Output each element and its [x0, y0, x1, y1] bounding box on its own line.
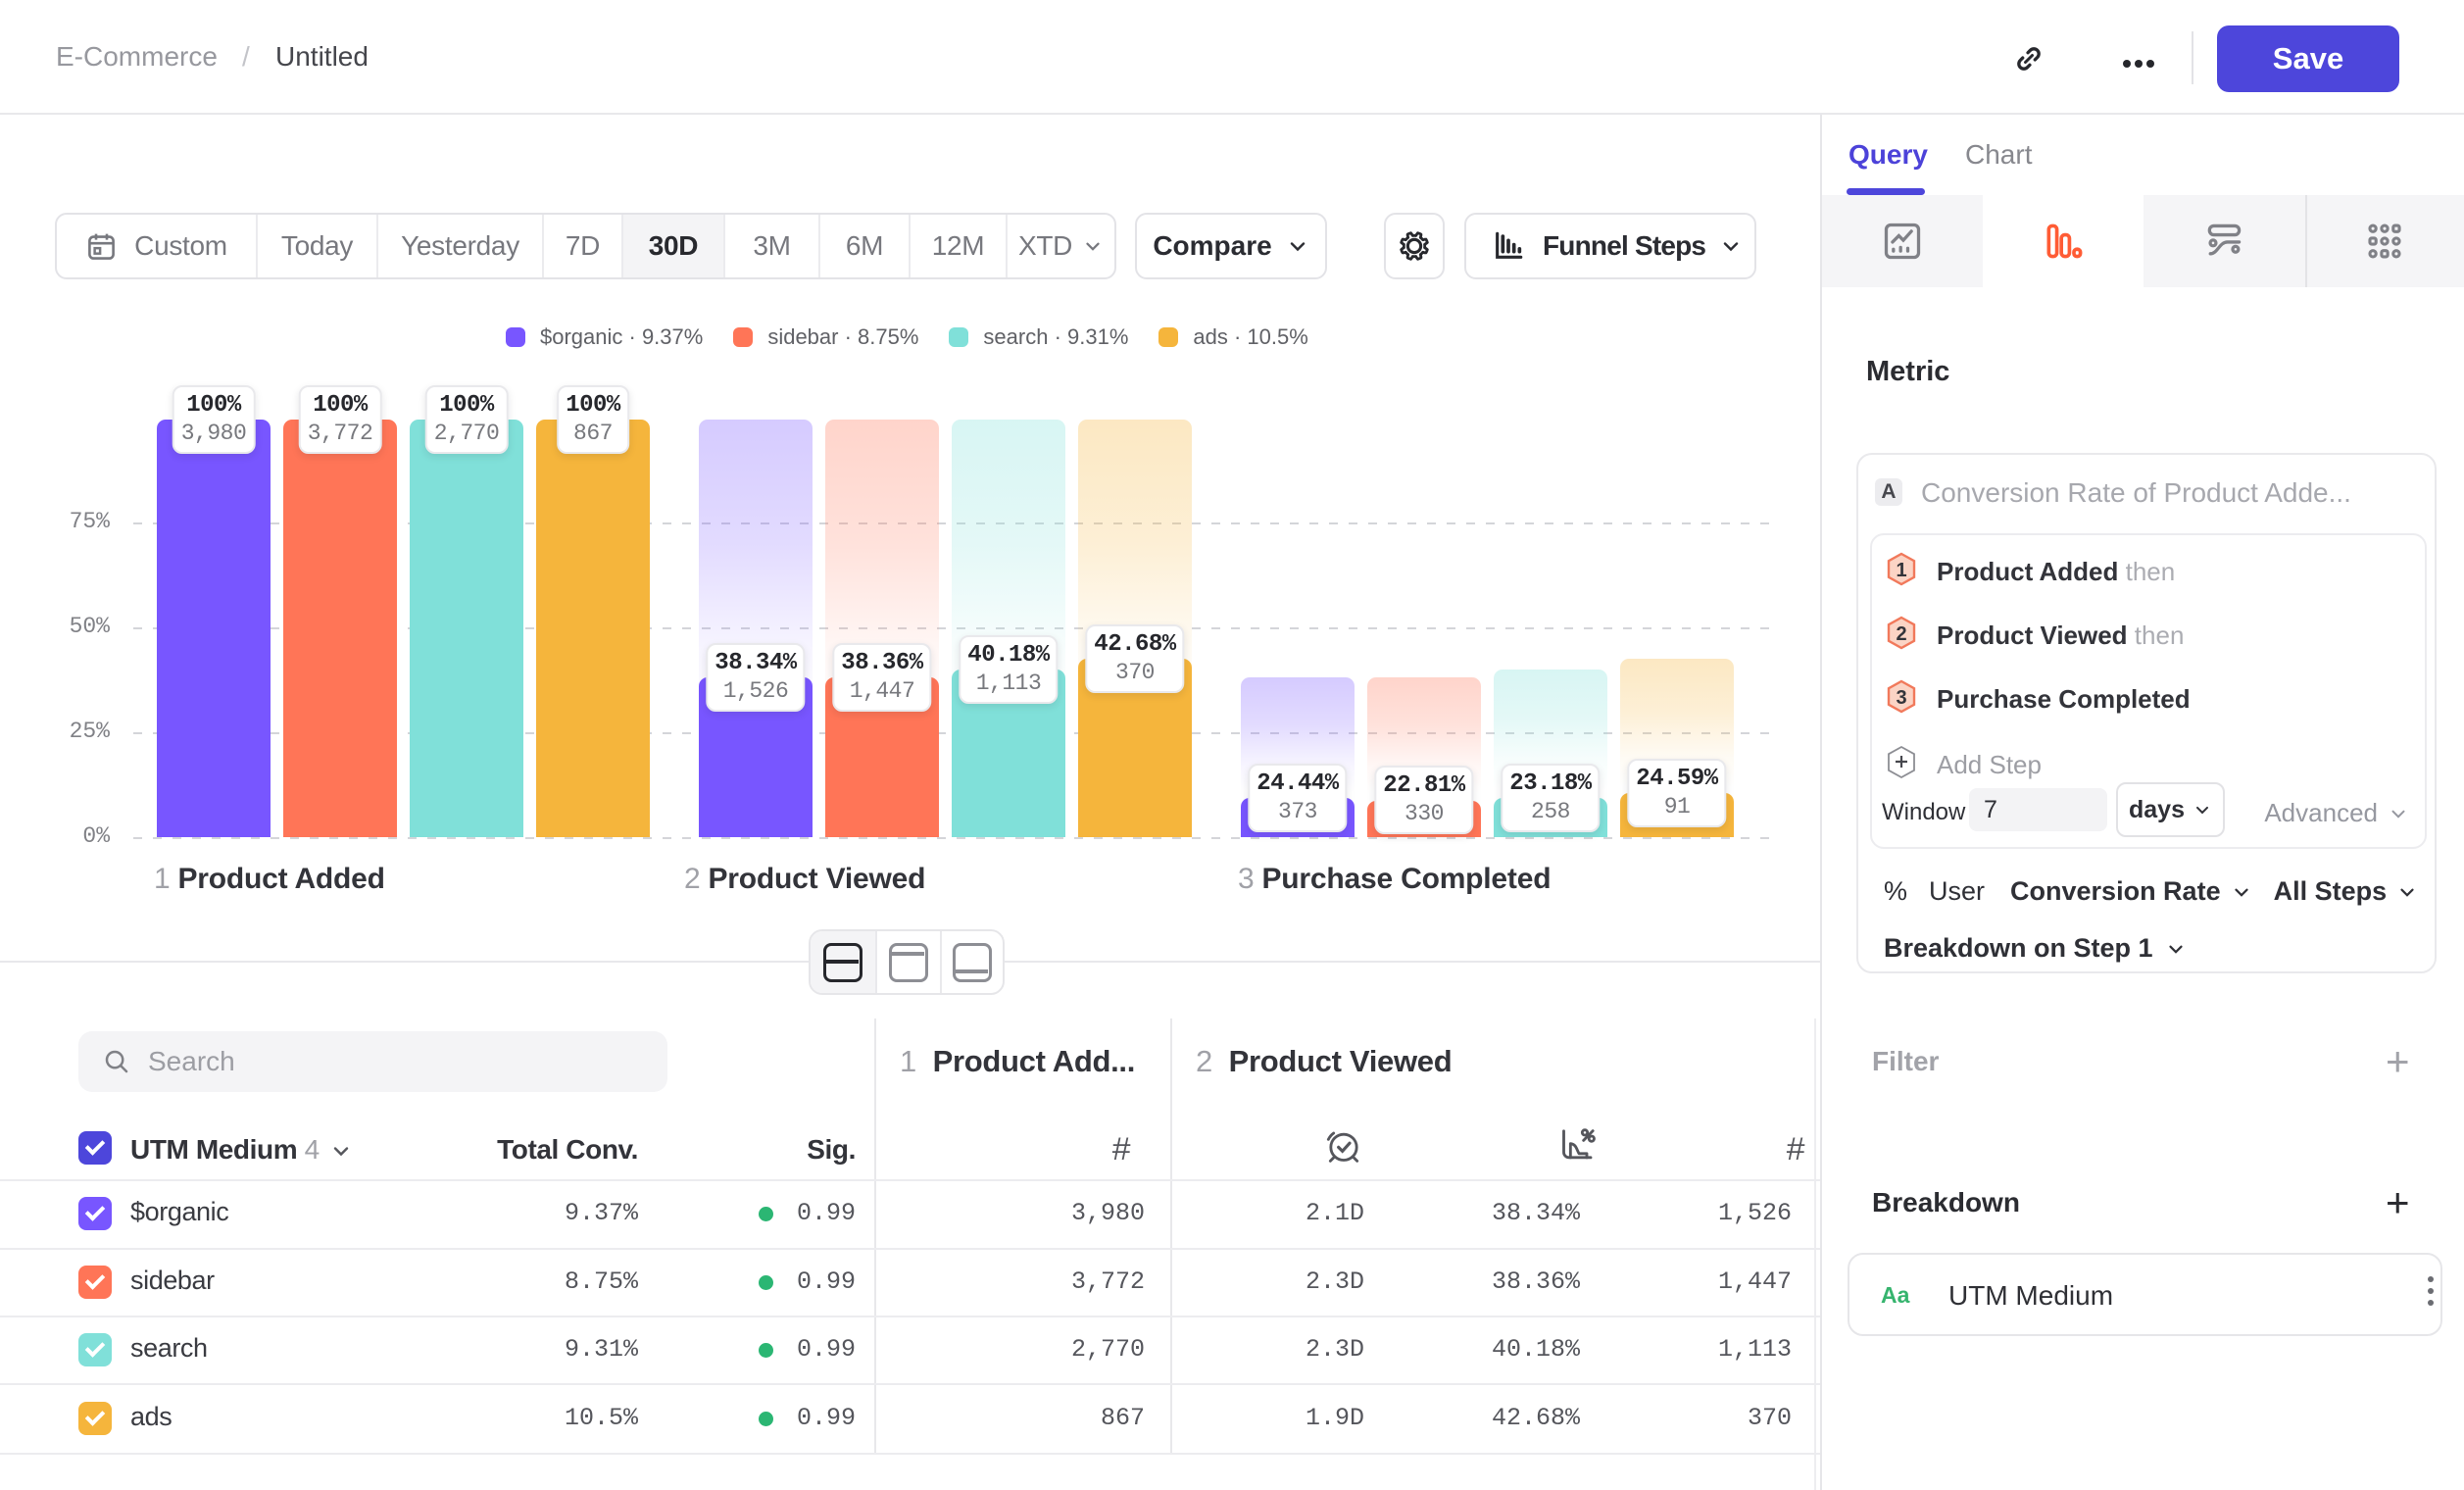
svg-text:3: 3: [1896, 687, 1906, 709]
svg-text:2: 2: [1896, 623, 1906, 645]
svg-text:1: 1: [1896, 560, 1906, 581]
